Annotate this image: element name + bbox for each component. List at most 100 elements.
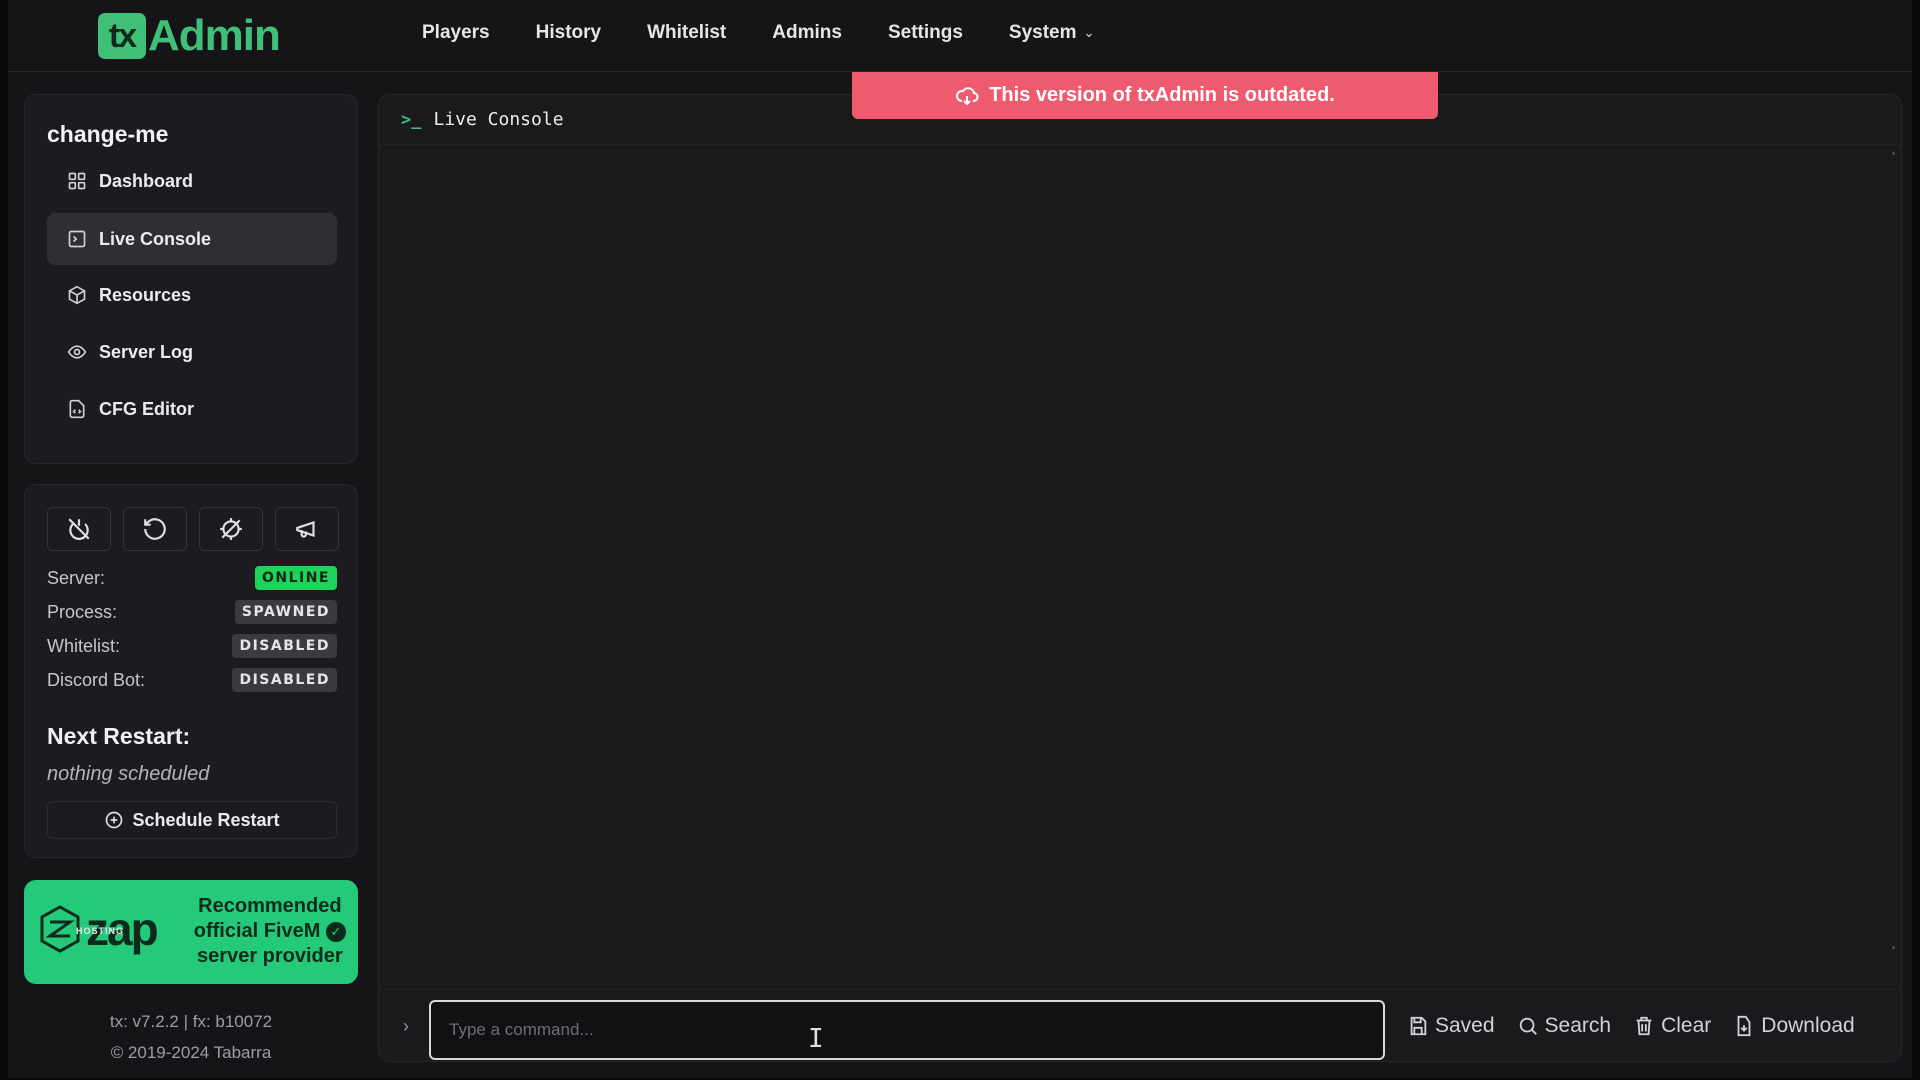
- schedule-restart-label: Schedule Restart: [132, 809, 280, 830]
- outdated-version-alert[interactable]: This version of txAdmin is outdated.: [852, 72, 1438, 119]
- nav-history[interactable]: History: [536, 22, 601, 44]
- sidebar-item-live-console[interactable]: Live Console: [47, 213, 337, 265]
- nav-whitelist[interactable]: Whitelist: [647, 22, 726, 44]
- saved-label: Saved: [1435, 1014, 1495, 1037]
- status-label: Whitelist:: [47, 635, 121, 656]
- zap-hosting-banner[interactable]: zap HOSTING Recommended official FiveM ✓…: [24, 880, 358, 984]
- sidebar-item-label: Resources: [99, 284, 192, 305]
- server-menu-card: change-me Dashboard Live Console Resourc…: [24, 94, 358, 464]
- status-badge: DISABLED: [232, 668, 337, 692]
- server-name: change-me: [47, 121, 169, 147]
- status-label: Discord Bot:: [47, 669, 146, 690]
- nav-whitelist-label: Whitelist: [647, 22, 727, 43]
- scrollbar-top-mark[interactable]: [1892, 152, 1895, 155]
- command-input[interactable]: [429, 1000, 1385, 1060]
- console-footer: › Saved Search Clear Download: [379, 989, 1901, 1061]
- next-restart-value: nothing scheduled: [47, 763, 210, 785]
- console-title: Live Console: [433, 109, 564, 130]
- server-control-buttons: [47, 507, 339, 551]
- scrollbar-bottom-mark[interactable]: [1892, 946, 1895, 949]
- file-code-icon: [69, 399, 85, 419]
- clear-label: Clear: [1661, 1014, 1712, 1037]
- nav-settings[interactable]: Settings: [888, 22, 963, 44]
- version-info: tx: v7.2.2 | fx: b10072 © 2019-2024 Taba…: [24, 1006, 358, 1068]
- nav-admins-label: Admins: [772, 22, 842, 43]
- terminal-icon: >_: [401, 109, 422, 130]
- nav-history-label: History: [535, 22, 602, 43]
- sidebar-item-cfg-editor[interactable]: CFG Editor: [47, 383, 337, 435]
- version-line: tx: v7.2.2 | fx: b10072: [109, 1012, 273, 1031]
- sidebar-item-dashboard[interactable]: Dashboard: [47, 155, 337, 207]
- cloud-download-icon: [956, 86, 979, 105]
- nav-players[interactable]: Players: [422, 22, 490, 44]
- zap-line-2-wrap: official FiveM ✓: [194, 919, 346, 944]
- copyright-line: © 2019-2024 Tabarra: [110, 1043, 272, 1062]
- stop-server-button[interactable]: [47, 507, 111, 551]
- prompt-chevron-icon: ›: [403, 1016, 409, 1036]
- search-button[interactable]: Search: [1517, 1014, 1612, 1038]
- download-label: Download: [1761, 1014, 1855, 1037]
- clear-button[interactable]: Clear: [1633, 1014, 1711, 1038]
- status-label: Process:: [47, 601, 118, 622]
- top-navbar: tx Admin Players History Whitelist Admin…: [8, 0, 1912, 72]
- status-server: Server: ONLINE: [47, 565, 337, 591]
- txadmin-logo[interactable]: tx Admin: [98, 11, 281, 60]
- logo-tx-mark: tx: [98, 13, 146, 59]
- sidebar-item-server-log[interactable]: Server Log: [47, 326, 337, 378]
- trash-icon: [1636, 1016, 1652, 1036]
- main-nav: Players History Whitelist Admins Setting…: [422, 22, 1140, 44]
- zap-line-1: Recommended: [198, 895, 342, 917]
- alert-text: This version of txAdmin is outdated.: [989, 84, 1335, 106]
- kick-all-button[interactable]: [199, 507, 263, 551]
- console-output[interactable]: [379, 146, 1901, 982]
- nav-system-dropdown[interactable]: System ⌄: [1009, 22, 1095, 44]
- terminal-square-icon: [68, 230, 86, 248]
- eye-icon: [67, 345, 87, 359]
- search-label: Search: [1544, 1014, 1612, 1037]
- status-discord-bot: Discord Bot: DISABLED: [47, 667, 337, 693]
- status-label: Server:: [47, 567, 106, 588]
- status-process: Process: SPAWNED: [47, 599, 337, 625]
- nav-system-label: System: [1008, 22, 1077, 43]
- zap-line-3: server provider: [197, 945, 343, 967]
- zap-line-2: official FiveM: [193, 920, 321, 942]
- chevron-down-icon: ⌄: [1083, 25, 1095, 40]
- grid-icon: [68, 172, 86, 190]
- sidebar-item-label: Server Log: [99, 341, 194, 362]
- status-badge: ONLINE: [254, 566, 337, 590]
- power-off-icon: [68, 518, 90, 540]
- download-button[interactable]: Download: [1733, 1014, 1855, 1038]
- status-badge: SPAWNED: [234, 600, 337, 624]
- zap-sub: HOSTING: [76, 926, 125, 936]
- app-frame: tx Admin Players History Whitelist Admin…: [8, 0, 1912, 1078]
- search-icon: [1519, 1017, 1537, 1035]
- nav-players-label: Players: [422, 22, 490, 43]
- sidebar-item-label: CFG Editor: [99, 398, 194, 419]
- saved-button[interactable]: Saved: [1407, 1014, 1495, 1038]
- nav-settings-label: Settings: [887, 22, 963, 43]
- megaphone-icon: [296, 520, 315, 538]
- sidebar-item-label: Live Console: [99, 228, 212, 249]
- status-badge: DISABLED: [232, 634, 337, 658]
- status-whitelist: Whitelist: DISABLED: [47, 633, 337, 659]
- save-icon: [1410, 1016, 1427, 1036]
- logo-admin-text: Admin: [148, 11, 281, 60]
- text-cursor-icon: I: [808, 1024, 824, 1054]
- plus-circle-icon: [106, 811, 123, 829]
- next-restart-heading: Next Restart:: [47, 723, 191, 749]
- verified-check-icon: ✓: [326, 921, 346, 942]
- sidebar-item-label: Dashboard: [99, 170, 194, 191]
- live-console-panel: >_ Live Console › Saved Search C: [378, 94, 1902, 1062]
- server-controls-card: Server: ONLINE Process: SPAWNED Whitelis…: [24, 484, 358, 858]
- sidebar-item-resources[interactable]: Resources: [47, 269, 337, 321]
- nav-admins[interactable]: Admins: [772, 22, 842, 44]
- download-file-icon: [1737, 1015, 1751, 1037]
- schedule-restart-button[interactable]: Schedule Restart: [47, 801, 337, 839]
- zap-tagline: Recommended official FiveM ✓ server prov…: [194, 894, 346, 969]
- scan-off-icon: [220, 518, 242, 540]
- announcement-button[interactable]: [275, 507, 339, 551]
- console-actions: Saved Search Clear Download: [1407, 1014, 1855, 1038]
- package-icon: [68, 285, 86, 305]
- restart-server-button[interactable]: [123, 507, 187, 551]
- restart-icon: [144, 518, 166, 540]
